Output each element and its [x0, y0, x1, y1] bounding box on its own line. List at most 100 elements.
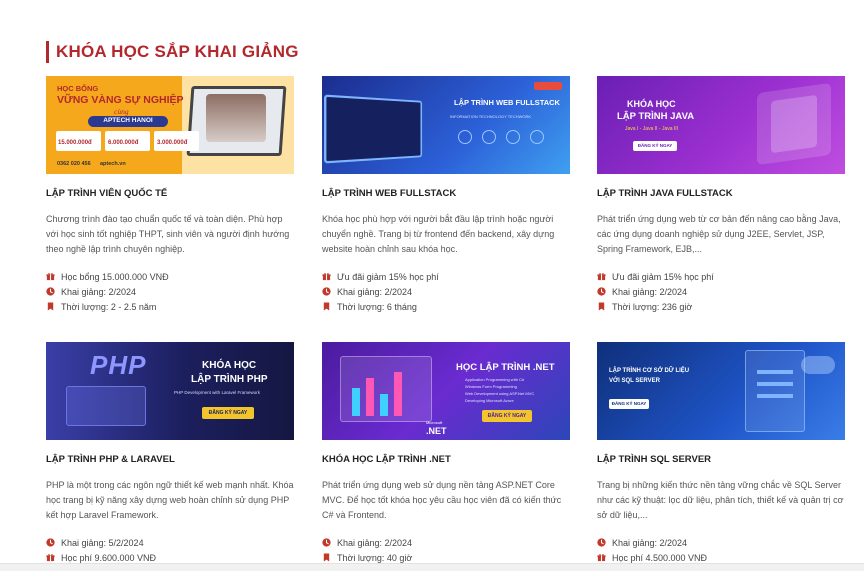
thumb-text: cùng — [114, 107, 129, 116]
course-meta-text: Ưu đãi giảm 15% học phí — [337, 271, 439, 282]
thumb-text: Java I - Java II - Java III — [625, 126, 679, 132]
course-meta-text: Thời lượng: 2 - 2.5 năm — [61, 301, 157, 312]
gift-icon — [46, 272, 55, 281]
thumb-text: HỌC LẬP TRÌNH .NET — [456, 362, 555, 373]
course-card-php-laravel[interactable]: PHP KHÓA HỌC LẬP TRÌNH PHP PHP Developme… — [46, 342, 294, 565]
thumb-text: KHÓA HỌC — [202, 360, 257, 371]
thumb-text: Application Programming with C# — [465, 377, 525, 382]
brand-logo — [534, 82, 562, 90]
course-card-web-fullstack[interactable]: LẬP TRÌNH WEB FULLSTACK INFORMATION TECH… — [322, 76, 570, 314]
thumb-text: INFORMATION TECHNOLOGY TECHWORK — [450, 114, 532, 119]
thumb-circle — [530, 130, 544, 144]
php-logo: PHP — [90, 350, 147, 380]
clock-icon — [46, 287, 55, 296]
course-card-dotnet[interactable]: HỌC LẬP TRÌNH .NET Application Programmi… — [322, 342, 570, 571]
device-screen — [771, 94, 817, 154]
course-meta-item: Ưu đãi giảm 15% học phí — [322, 269, 570, 284]
course-meta-item: Khai giảng: 5/2/2024 — [46, 535, 294, 550]
thumb-button-text: ĐĂNG KÝ NGAY — [487, 413, 527, 419]
bar-illustration — [380, 394, 388, 416]
thumb-text: HỌC BỔNG — [57, 84, 99, 93]
course-meta-text: Thời lượng: 40 giờ — [337, 552, 413, 563]
register-button: ĐĂNG KÝ NGAY — [482, 410, 532, 422]
bar-illustration — [352, 388, 360, 416]
course-thumbnail[interactable]: KHÓA HỌC LẬP TRÌNH JAVA Java I - Java II… — [597, 76, 845, 174]
course-title[interactable]: LẬP TRÌNH JAVA FULLSTACK — [597, 188, 845, 199]
bar-illustration — [366, 378, 374, 416]
course-meta: Ưu đãi giảm 15% học phí Khai giảng: 2/202… — [322, 269, 570, 314]
course-description: Phát triển ứng dụng web sử dụng nền tảng… — [322, 480, 562, 520]
thumb-circle — [482, 130, 496, 144]
course-thumbnail[interactable]: HỌC BỔNG VỮNG VÀNG SỰ NGHIỆP cùng APTECH… — [46, 76, 294, 174]
thumb-button-text: ĐĂNG KÝ NGAY — [611, 401, 647, 406]
course-thumbnail[interactable]: PHP KHÓA HỌC LẬP TRÌNH PHP PHP Developme… — [46, 342, 294, 440]
students-image — [206, 94, 266, 142]
course-meta-text: Thời lượng: 236 giờ — [612, 301, 693, 312]
course-meta-text: Khai giảng: 2/2024 — [337, 537, 413, 548]
course-meta-item: Khai giảng: 2/2024 — [46, 284, 294, 299]
course-meta-text: Học phí 4.500.000 VNĐ — [612, 552, 708, 563]
thumb-button-text: ĐĂNG KÝ NGAY — [208, 410, 248, 416]
course-description: PHP là một trong các ngôn ngữ thiết kế w… — [46, 480, 294, 520]
course-meta-text: Học phí 9.600.000 VNĐ — [61, 552, 157, 563]
register-button: ĐĂNG KÝ NGAY — [609, 399, 649, 409]
clock-icon — [597, 538, 606, 547]
cloud-icon — [801, 356, 835, 374]
section-title-text: KHÓA HỌC SẮP KHAI GIẢNG — [56, 42, 299, 61]
dotnet-logo: .NET — [426, 426, 447, 436]
thumb-text: KHÓA HỌC — [627, 99, 676, 109]
course-meta-item: Ưu đãi giảm 15% học phí — [597, 269, 845, 284]
course-meta-item: Học bổng 15.000.000 VNĐ — [46, 269, 294, 284]
thumb-text: 15.000.000đ — [58, 140, 92, 146]
course-description: Chương trình đào tạo chuẩn quốc tế và to… — [46, 214, 290, 254]
course-title[interactable]: KHÓA HỌC LẬP TRÌNH .NET — [322, 454, 570, 465]
register-button: ĐĂNG KÝ NGAY — [633, 141, 677, 151]
clock-icon — [46, 538, 55, 547]
thumb-text: Developing Microsoft Azure — [465, 398, 514, 403]
course-title[interactable]: LẬP TRÌNH PHP & LARAVEL — [46, 454, 294, 465]
thumb-text: Web Development using ASP.Net MVC — [465, 391, 535, 396]
course-meta: Ưu đãi giảm 15% học phí Khai giảng: 2/202… — [597, 269, 845, 314]
gift-icon — [597, 553, 606, 562]
course-card-java-fullstack[interactable]: KHÓA HỌC LẬP TRÌNH JAVA Java I - Java II… — [597, 76, 845, 314]
thumb-circle — [458, 130, 472, 144]
server-image — [745, 350, 805, 432]
thumb-box: 15.000.000đ — [56, 131, 101, 151]
course-meta: Học bổng 15.000.000 VNĐ Khai giảng: 2/202… — [46, 269, 294, 314]
course-meta-text: Khai giảng: 2/2024 — [337, 286, 413, 297]
course-meta-text: Khai giảng: 2/2024 — [612, 537, 688, 548]
gift-icon — [597, 272, 606, 281]
section-title: KHÓA HỌC SẮP KHAI GIẢNG — [46, 40, 299, 64]
thumb-text: LẬP TRÌNH JAVA — [617, 111, 695, 122]
gift-icon — [322, 272, 331, 281]
course-meta-text: Thời lượng: 6 tháng — [337, 301, 417, 312]
course-title[interactable]: LẬP TRÌNH VIÊN QUỐC TẾ — [46, 188, 294, 199]
course-card-sql-server[interactable]: LẬP TRÌNH CƠ SỞ DỮ LIỆU VỚI SQL SERVER Đ… — [597, 342, 845, 571]
course-title[interactable]: LẬP TRÌNH WEB FULLSTACK — [322, 188, 570, 199]
bookmark-icon — [322, 553, 331, 562]
thumb-text: 6.000.000đ — [108, 140, 139, 146]
course-thumbnail[interactable]: LẬP TRÌNH WEB FULLSTACK INFORMATION TECH… — [322, 76, 570, 174]
thumb-badge-text: APTECH HANOI — [103, 117, 153, 124]
thumb-text: LẬP TRÌNH CƠ SỞ DỮ LIỆU — [609, 368, 690, 374]
course-description: Khóa học phù hợp với người bắt đầu lập t… — [322, 214, 555, 254]
course-thumbnail[interactable]: LẬP TRÌNH CƠ SỞ DỮ LIỆU VỚI SQL SERVER Đ… — [597, 342, 845, 440]
course-meta-text: Khai giảng: 2/2024 — [612, 286, 688, 297]
course-meta-item: Khai giảng: 2/2024 — [322, 284, 570, 299]
laptop-image — [324, 94, 423, 164]
course-card-international-programmer[interactable]: HỌC BỔNG VỮNG VÀNG SỰ NGHIỆP cùng APTECH… — [46, 76, 294, 314]
server-slot — [757, 370, 793, 374]
thumb-text: VỮNG VÀNG SỰ NGHIỆP — [57, 94, 184, 106]
clock-icon — [322, 538, 331, 547]
thumb-text: 3.000.000đ — [157, 140, 188, 146]
horizontal-scrollbar[interactable] — [0, 563, 864, 571]
register-button: ĐĂNG KÝ NGAY — [202, 407, 254, 419]
title-accent-bar — [46, 41, 49, 63]
clock-icon — [322, 287, 331, 296]
course-title[interactable]: LẬP TRÌNH SQL SERVER — [597, 454, 845, 465]
thumb-box: 6.000.000đ — [105, 131, 150, 151]
course-thumbnail[interactable]: HỌC LẬP TRÌNH .NET Application Programmi… — [322, 342, 570, 440]
course-description: Phát triển ứng dụng web từ cơ bản đến nâ… — [597, 214, 841, 254]
thumb-text: PHP Development with Laravel Framework — [174, 390, 260, 395]
thumb-text: Microsoft — [426, 420, 443, 425]
